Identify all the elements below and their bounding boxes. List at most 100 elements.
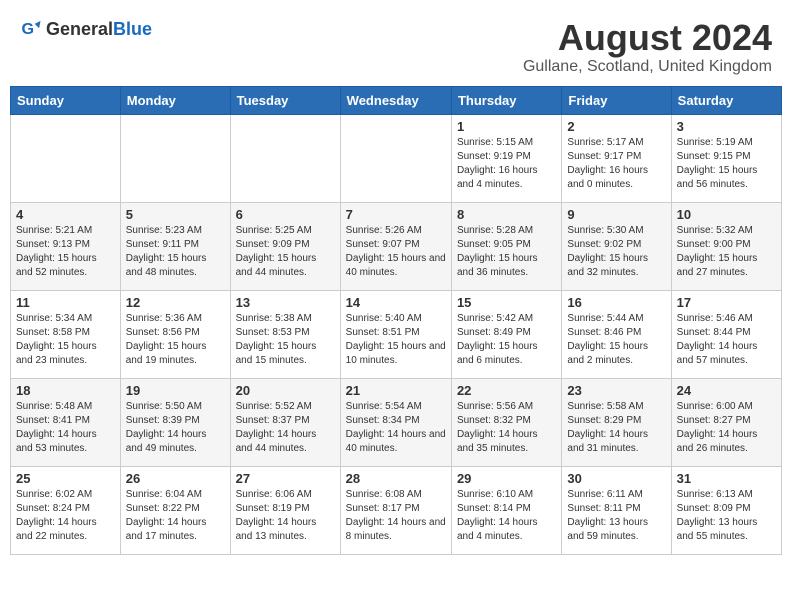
day-number: 14 xyxy=(346,295,446,310)
day-info: Sunrise: 6:10 AM Sunset: 8:14 PM Dayligh… xyxy=(457,488,556,544)
week-row-3: 11 Sunrise: 5:34 AM Sunset: 8:58 PM Dayl… xyxy=(11,290,782,378)
calendar-cell: 3 Sunrise: 5:19 AM Sunset: 9:15 PM Dayli… xyxy=(671,114,781,202)
day-info: Sunrise: 5:52 AM Sunset: 8:37 PM Dayligh… xyxy=(236,400,335,456)
logo-blue: Blue xyxy=(113,19,152,39)
calendar-cell: 7 Sunrise: 5:26 AM Sunset: 9:07 PM Dayli… xyxy=(340,202,451,290)
logo-general: General xyxy=(46,19,113,39)
day-info: Sunrise: 5:56 AM Sunset: 8:32 PM Dayligh… xyxy=(457,400,556,456)
day-info: Sunrise: 5:26 AM Sunset: 9:07 PM Dayligh… xyxy=(346,224,446,280)
day-info: Sunrise: 5:50 AM Sunset: 8:39 PM Dayligh… xyxy=(126,400,225,456)
day-info: Sunrise: 6:02 AM Sunset: 8:24 PM Dayligh… xyxy=(16,488,115,544)
calendar-cell xyxy=(340,114,451,202)
day-info: Sunrise: 5:36 AM Sunset: 8:56 PM Dayligh… xyxy=(126,312,225,368)
day-number: 5 xyxy=(126,207,225,222)
calendar-cell: 19 Sunrise: 5:50 AM Sunset: 8:39 PM Dayl… xyxy=(120,378,230,466)
day-info: Sunrise: 6:11 AM Sunset: 8:11 PM Dayligh… xyxy=(567,488,665,544)
day-number: 26 xyxy=(126,471,225,486)
day-info: Sunrise: 5:44 AM Sunset: 8:46 PM Dayligh… xyxy=(567,312,665,368)
location-title: Gullane, Scotland, United Kingdom xyxy=(523,58,772,76)
logo-text: GeneralBlue xyxy=(46,19,152,40)
calendar-cell: 22 Sunrise: 5:56 AM Sunset: 8:32 PM Dayl… xyxy=(451,378,561,466)
day-info: Sunrise: 6:08 AM Sunset: 8:17 PM Dayligh… xyxy=(346,488,446,544)
day-number: 18 xyxy=(16,383,115,398)
calendar-cell: 28 Sunrise: 6:08 AM Sunset: 8:17 PM Dayl… xyxy=(340,466,451,554)
week-row-5: 25 Sunrise: 6:02 AM Sunset: 8:24 PM Dayl… xyxy=(11,466,782,554)
day-info: Sunrise: 5:23 AM Sunset: 9:11 PM Dayligh… xyxy=(126,224,225,280)
calendar-cell: 5 Sunrise: 5:23 AM Sunset: 9:11 PM Dayli… xyxy=(120,202,230,290)
calendar-cell: 30 Sunrise: 6:11 AM Sunset: 8:11 PM Dayl… xyxy=(562,466,671,554)
calendar-cell: 24 Sunrise: 6:00 AM Sunset: 8:27 PM Dayl… xyxy=(671,378,781,466)
day-number: 25 xyxy=(16,471,115,486)
day-number: 6 xyxy=(236,207,335,222)
day-number: 3 xyxy=(677,119,776,134)
logo: G GeneralBlue xyxy=(20,18,152,40)
calendar-cell: 27 Sunrise: 6:06 AM Sunset: 8:19 PM Dayl… xyxy=(230,466,340,554)
calendar-cell: 13 Sunrise: 5:38 AM Sunset: 8:53 PM Dayl… xyxy=(230,290,340,378)
header-tuesday: Tuesday xyxy=(230,86,340,114)
day-info: Sunrise: 5:58 AM Sunset: 8:29 PM Dayligh… xyxy=(567,400,665,456)
week-row-4: 18 Sunrise: 5:48 AM Sunset: 8:41 PM Dayl… xyxy=(11,378,782,466)
calendar-cell: 2 Sunrise: 5:17 AM Sunset: 9:17 PM Dayli… xyxy=(562,114,671,202)
calendar-cell: 23 Sunrise: 5:58 AM Sunset: 8:29 PM Dayl… xyxy=(562,378,671,466)
calendar-cell: 16 Sunrise: 5:44 AM Sunset: 8:46 PM Dayl… xyxy=(562,290,671,378)
calendar-cell xyxy=(230,114,340,202)
calendar-cell: 26 Sunrise: 6:04 AM Sunset: 8:22 PM Dayl… xyxy=(120,466,230,554)
day-number: 22 xyxy=(457,383,556,398)
day-info: Sunrise: 6:00 AM Sunset: 8:27 PM Dayligh… xyxy=(677,400,776,456)
header-monday: Monday xyxy=(120,86,230,114)
day-info: Sunrise: 5:15 AM Sunset: 9:19 PM Dayligh… xyxy=(457,136,556,192)
day-number: 30 xyxy=(567,471,665,486)
calendar-cell: 6 Sunrise: 5:25 AM Sunset: 9:09 PM Dayli… xyxy=(230,202,340,290)
day-number: 31 xyxy=(677,471,776,486)
calendar-table: Sunday Monday Tuesday Wednesday Thursday… xyxy=(10,86,782,555)
day-number: 20 xyxy=(236,383,335,398)
calendar-cell: 12 Sunrise: 5:36 AM Sunset: 8:56 PM Dayl… xyxy=(120,290,230,378)
day-number: 8 xyxy=(457,207,556,222)
day-number: 28 xyxy=(346,471,446,486)
week-row-1: 1 Sunrise: 5:15 AM Sunset: 9:19 PM Dayli… xyxy=(11,114,782,202)
day-number: 24 xyxy=(677,383,776,398)
week-row-2: 4 Sunrise: 5:21 AM Sunset: 9:13 PM Dayli… xyxy=(11,202,782,290)
day-info: Sunrise: 5:40 AM Sunset: 8:51 PM Dayligh… xyxy=(346,312,446,368)
calendar-cell: 14 Sunrise: 5:40 AM Sunset: 8:51 PM Dayl… xyxy=(340,290,451,378)
day-info: Sunrise: 6:13 AM Sunset: 8:09 PM Dayligh… xyxy=(677,488,776,544)
day-number: 12 xyxy=(126,295,225,310)
logo-icon: G xyxy=(20,18,42,40)
calendar-cell: 31 Sunrise: 6:13 AM Sunset: 8:09 PM Dayl… xyxy=(671,466,781,554)
day-info: Sunrise: 5:42 AM Sunset: 8:49 PM Dayligh… xyxy=(457,312,556,368)
day-info: Sunrise: 5:28 AM Sunset: 9:05 PM Dayligh… xyxy=(457,224,556,280)
header-sunday: Sunday xyxy=(11,86,121,114)
day-info: Sunrise: 6:04 AM Sunset: 8:22 PM Dayligh… xyxy=(126,488,225,544)
day-number: 7 xyxy=(346,207,446,222)
day-number: 9 xyxy=(567,207,665,222)
day-number: 16 xyxy=(567,295,665,310)
calendar-cell: 29 Sunrise: 6:10 AM Sunset: 8:14 PM Dayl… xyxy=(451,466,561,554)
day-info: Sunrise: 5:38 AM Sunset: 8:53 PM Dayligh… xyxy=(236,312,335,368)
day-number: 4 xyxy=(16,207,115,222)
calendar-cell: 20 Sunrise: 5:52 AM Sunset: 8:37 PM Dayl… xyxy=(230,378,340,466)
day-number: 17 xyxy=(677,295,776,310)
calendar-cell: 18 Sunrise: 5:48 AM Sunset: 8:41 PM Dayl… xyxy=(11,378,121,466)
calendar-cell: 11 Sunrise: 5:34 AM Sunset: 8:58 PM Dayl… xyxy=(11,290,121,378)
day-info: Sunrise: 5:17 AM Sunset: 9:17 PM Dayligh… xyxy=(567,136,665,192)
day-number: 29 xyxy=(457,471,556,486)
day-info: Sunrise: 5:34 AM Sunset: 8:58 PM Dayligh… xyxy=(16,312,115,368)
calendar-cell: 15 Sunrise: 5:42 AM Sunset: 8:49 PM Dayl… xyxy=(451,290,561,378)
day-info: Sunrise: 5:32 AM Sunset: 9:00 PM Dayligh… xyxy=(677,224,776,280)
header-wednesday: Wednesday xyxy=(340,86,451,114)
title-area: August 2024 Gullane, Scotland, United Ki… xyxy=(523,18,772,76)
day-number: 13 xyxy=(236,295,335,310)
weekday-header-row: Sunday Monday Tuesday Wednesday Thursday… xyxy=(11,86,782,114)
calendar-cell: 9 Sunrise: 5:30 AM Sunset: 9:02 PM Dayli… xyxy=(562,202,671,290)
svg-text:G: G xyxy=(21,20,34,38)
calendar-cell: 8 Sunrise: 5:28 AM Sunset: 9:05 PM Dayli… xyxy=(451,202,561,290)
day-info: Sunrise: 5:19 AM Sunset: 9:15 PM Dayligh… xyxy=(677,136,776,192)
day-info: Sunrise: 5:25 AM Sunset: 9:09 PM Dayligh… xyxy=(236,224,335,280)
day-info: Sunrise: 5:48 AM Sunset: 8:41 PM Dayligh… xyxy=(16,400,115,456)
day-number: 27 xyxy=(236,471,335,486)
calendar-cell: 10 Sunrise: 5:32 AM Sunset: 9:00 PM Dayl… xyxy=(671,202,781,290)
calendar-cell xyxy=(120,114,230,202)
calendar-cell: 25 Sunrise: 6:02 AM Sunset: 8:24 PM Dayl… xyxy=(11,466,121,554)
day-number: 10 xyxy=(677,207,776,222)
calendar-cell: 4 Sunrise: 5:21 AM Sunset: 9:13 PM Dayli… xyxy=(11,202,121,290)
